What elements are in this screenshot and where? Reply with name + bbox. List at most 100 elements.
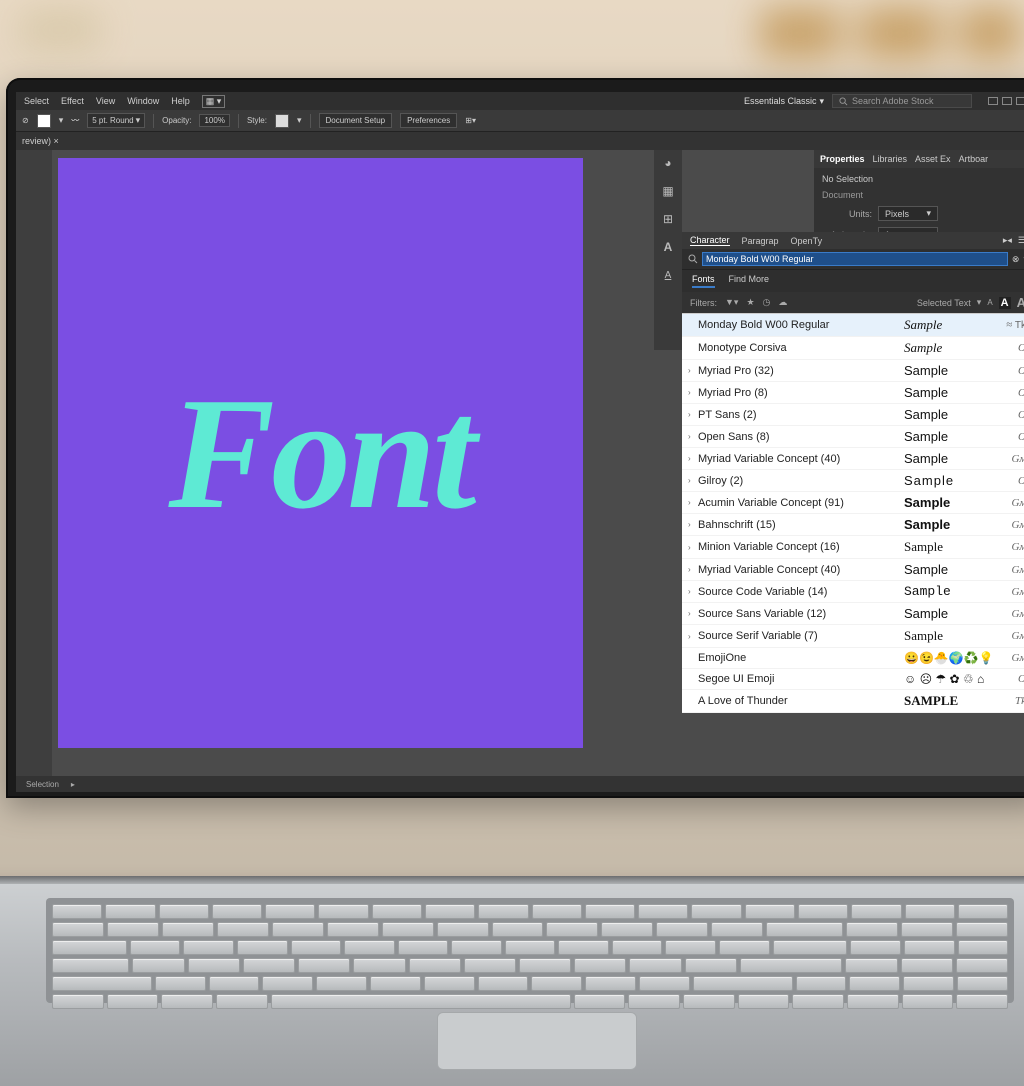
font-row[interactable]: A Love of ThunderSAMPLETk (682, 690, 1024, 713)
expand-arrow-icon[interactable]: › (688, 543, 698, 552)
font-type-icon: O (994, 365, 1024, 377)
keyboard (46, 898, 1014, 1003)
font-row[interactable]: ›Minion Variable Concept (16)SampleGᴍ (682, 536, 1024, 559)
font-row[interactable]: EmojiOne😀😉🐣🌍♻️💡Gᴍ (682, 648, 1024, 669)
search-stock-input[interactable]: Search Adobe Stock (832, 94, 972, 108)
stroke-dropdown[interactable]: 5 pt. Round (87, 113, 145, 128)
clear-icon[interactable]: ⊗ (1012, 254, 1020, 265)
expand-arrow-icon[interactable]: › (688, 632, 698, 641)
expand-arrow-icon[interactable]: › (688, 432, 698, 441)
expand-arrow-icon[interactable]: › (688, 476, 698, 485)
opacity-dropdown[interactable]: 100% (199, 114, 229, 127)
swatches-panel-icon[interactable]: ▦ (659, 182, 677, 200)
artboard[interactable]: Font (58, 158, 583, 748)
units-label: Units: (822, 209, 872, 219)
tab-opentype[interactable]: OpenTy (791, 236, 823, 246)
chevron-down-icon[interactable] (59, 115, 64, 126)
artboard-text: Font (168, 373, 472, 533)
style-label: Style: (247, 116, 267, 125)
menu-item[interactable]: Help (171, 96, 190, 106)
font-row[interactable]: ›Myriad Pro (8)SampleO (682, 382, 1024, 404)
expand-arrow-icon[interactable]: › (688, 498, 698, 507)
expand-arrow-icon[interactable]: › (688, 366, 698, 375)
font-sample: Sample (904, 584, 994, 599)
font-name: Bahnschrift (15) (698, 519, 904, 531)
expand-arrow-icon[interactable]: › (688, 565, 698, 574)
font-name: A Love of Thunder (698, 695, 904, 707)
font-row[interactable]: Monday Bold W00 RegularSample≈ Tk (682, 314, 1024, 337)
font-row[interactable]: ›Open Sans (8)SampleO (682, 426, 1024, 448)
type-panel-icon[interactable]: A (659, 238, 677, 256)
menu-item[interactable]: Window (127, 96, 159, 106)
color-panel-icon[interactable]: ◕ (659, 154, 677, 172)
tab-asset-export[interactable]: Asset Ex (915, 154, 951, 164)
font-type-icon: O (994, 431, 1024, 443)
brushes-panel-icon[interactable]: ⊞ (659, 210, 677, 228)
preferences-button[interactable]: Preferences (400, 113, 457, 128)
subtab-fonts[interactable]: Fonts (692, 274, 715, 288)
font-row[interactable]: ›PT Sans (2)SampleO (682, 404, 1024, 426)
tab-artboards[interactable]: Artboar (959, 154, 989, 164)
subtab-find-more[interactable]: Find More (729, 274, 770, 288)
font-name: EmojiOne (698, 652, 904, 664)
selected-text-dropdown[interactable]: Selected Text (917, 298, 971, 308)
font-row[interactable]: Segoe UI Emoji☺ ☹ ☂ ✿ ♲ ⌂O (682, 669, 1024, 690)
scroll-arrow-icon[interactable]: ▸ (71, 780, 75, 789)
units-dropdown[interactable]: Pixels (878, 206, 938, 221)
menu-item[interactable]: View (96, 96, 115, 106)
font-row[interactable]: ›Myriad Variable Concept (40)SampleGᴍ (682, 559, 1024, 581)
tab-properties[interactable]: Properties (820, 154, 865, 164)
font-row[interactable]: ›Bahnschrift (15)SampleGᴍ (682, 514, 1024, 536)
menu-item[interactable]: Effect (61, 96, 84, 106)
font-row[interactable]: Monotype CorsivaSampleO (682, 337, 1024, 360)
sample-size-medium[interactable]: A (999, 297, 1011, 309)
style-swatch[interactable] (275, 114, 289, 128)
expand-arrow-icon[interactable]: › (688, 609, 698, 618)
font-type-icon: Gᴍ (994, 586, 1024, 598)
tab-paragraph[interactable]: Paragrap (742, 236, 779, 246)
font-name: Acumin Variable Concept (91) (698, 497, 904, 509)
filter-funnel-icon[interactable]: ▼▾ (725, 297, 738, 308)
expand-arrow-icon[interactable]: › (688, 454, 698, 463)
font-sample: 😀😉🐣🌍♻️💡 (904, 651, 994, 665)
arrange-icon[interactable]: ▦ ▾ (202, 95, 226, 108)
tab-libraries[interactable]: Libraries (873, 154, 908, 164)
font-list[interactable]: Monday Bold W00 RegularSample≈ TkMonotyp… (682, 313, 1024, 713)
activated-filter-icon[interactable]: ☁ (778, 297, 787, 308)
font-search-input[interactable] (702, 252, 1008, 266)
chevron-down-icon[interactable] (297, 115, 302, 126)
expand-arrow-icon[interactable]: › (688, 410, 698, 419)
tab-character[interactable]: Character (690, 235, 730, 246)
favorite-filter-icon[interactable]: ★ (746, 297, 754, 308)
document-tab[interactable]: review) × (16, 132, 1024, 150)
font-row[interactable]: ›Acumin Variable Concept (91)SampleGᴍ (682, 492, 1024, 514)
fill-swatch[interactable] (37, 114, 51, 128)
menu-item[interactable]: Select (24, 96, 49, 106)
recent-filter-icon[interactable]: ◷ (763, 297, 771, 308)
document-setup-button[interactable]: Document Setup (319, 113, 393, 128)
font-row[interactable]: ›Source Serif Variable (7)SampleGᴍ (682, 625, 1024, 648)
expand-arrow-icon[interactable]: › (688, 388, 698, 397)
collapse-icon[interactable]: ▸◂ (1003, 235, 1012, 246)
font-name: Source Serif Variable (7) (698, 630, 904, 642)
paragraph-panel-icon[interactable]: A (659, 266, 677, 284)
expand-arrow-icon[interactable]: › (688, 520, 698, 529)
font-row[interactable]: ›Source Sans Variable (12)SampleGᴍ (682, 603, 1024, 625)
chevron-down-icon[interactable] (977, 297, 982, 308)
selection-label: Selection (26, 780, 59, 789)
close-icon[interactable]: × (54, 136, 59, 146)
canvas-area[interactable]: Font (58, 158, 583, 748)
sample-size-small[interactable]: A (987, 298, 992, 307)
sample-size-large[interactable]: A (1017, 295, 1024, 310)
font-row[interactable]: ›Myriad Pro (32)SampleO (682, 360, 1024, 382)
font-sample: Sample (904, 407, 994, 422)
font-row[interactable]: ›Gilroy (2)SampleO (682, 470, 1024, 492)
expand-arrow-icon[interactable]: › (688, 587, 698, 596)
workspace-dropdown[interactable]: Essentials Classic (744, 96, 824, 107)
font-row[interactable]: ›Myriad Variable Concept (40)SampleGᴍ (682, 448, 1024, 470)
align-icon[interactable]: ⊞▾ (465, 116, 476, 125)
close-icon[interactable]: ☰ (1018, 235, 1024, 246)
font-row[interactable]: ›Source Code Variable (14)SampleGᴍ (682, 581, 1024, 603)
window-controls[interactable] (988, 97, 1024, 105)
font-type-icon: O (994, 673, 1024, 685)
